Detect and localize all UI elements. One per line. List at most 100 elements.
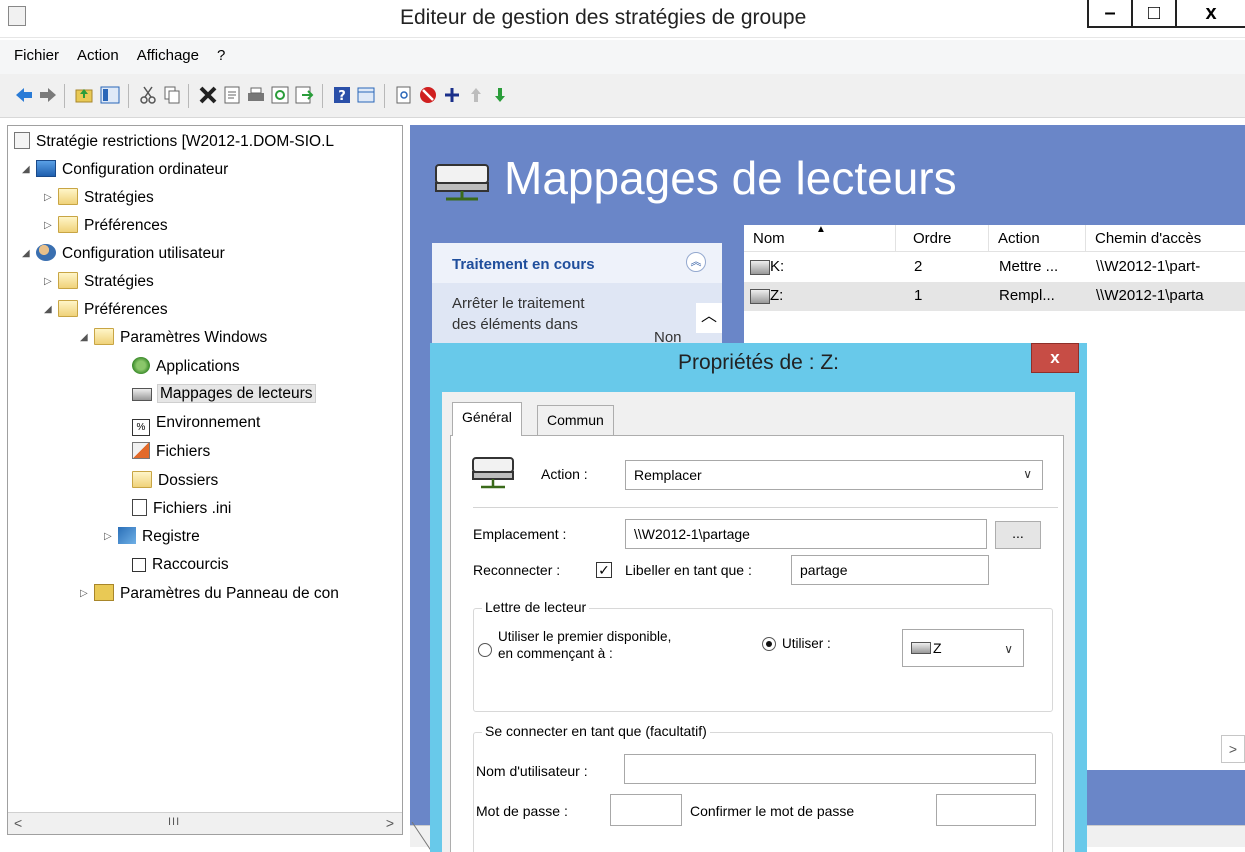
environment-icon: % xyxy=(132,419,150,436)
table-row[interactable]: K: 2 Mettre ... \\W2012-1\part- xyxy=(744,253,1245,282)
app-icon xyxy=(8,6,26,26)
menu-action[interactable]: Action xyxy=(68,40,128,64)
tree-preferences-2[interactable]: ◢ Préférences xyxy=(44,300,168,326)
users-icon xyxy=(36,244,56,261)
password-input[interactable] xyxy=(610,794,682,826)
move-down-icon[interactable] xyxy=(490,85,510,105)
use-label: Utiliser : xyxy=(782,636,831,651)
svg-text:?: ? xyxy=(338,89,346,104)
tree-drive-maps[interactable]: Mappages de lecteurs xyxy=(118,384,316,411)
tab-general[interactable]: Général xyxy=(452,402,522,436)
dialog-close-button[interactable]: x xyxy=(1031,343,1079,373)
tab-common[interactable]: Commun xyxy=(537,405,614,435)
tree-root[interactable]: Stratégie restrictions [W2012-1.DOM-SIO.… xyxy=(14,132,334,158)
action-label: Action : xyxy=(541,466,588,482)
close-button[interactable]: x xyxy=(1175,0,1245,28)
confirm-password-input[interactable] xyxy=(936,794,1036,826)
folder-icon xyxy=(58,300,78,317)
column-header-name[interactable]: Nom ▲ xyxy=(744,225,896,252)
tree-files[interactable]: Fichiers xyxy=(118,442,210,468)
collapse-chevron-icon[interactable]: ︽ xyxy=(686,252,706,272)
maximize-button[interactable]: □ xyxy=(1131,0,1177,28)
title-bar: Editeur de gestion des stratégies de gro… xyxy=(0,0,1245,38)
tree-windows-params[interactable]: ◢ Paramètres Windows xyxy=(80,328,267,354)
processing-line-1: Arrêter le traitement xyxy=(452,295,585,312)
up-folder-icon[interactable] xyxy=(74,85,94,105)
scroll-right-icon[interactable]: > xyxy=(386,815,394,831)
expand-icon: ▷ xyxy=(44,276,52,288)
collapse-icon: ◢ xyxy=(80,332,88,344)
copy-icon[interactable] xyxy=(162,85,182,105)
add-icon[interactable] xyxy=(442,85,462,105)
view-icon[interactable] xyxy=(356,85,376,105)
tree-user-config[interactable]: ◢ Configuration utilisateur xyxy=(22,244,225,270)
tree-folders[interactable]: Dossiers xyxy=(118,471,218,497)
tree-computer-config[interactable]: ◢ Configuration ordinateur xyxy=(22,160,228,186)
drive-letter-select[interactable]: Z ∨ xyxy=(902,629,1024,667)
registry-icon xyxy=(118,527,136,544)
tree-strategies-2[interactable]: ▷ Stratégies xyxy=(44,272,154,298)
drive-icon xyxy=(911,642,931,654)
scroll-up-icon[interactable]: ︿ xyxy=(696,303,722,333)
tree-strategies-1[interactable]: ▷ Stratégies xyxy=(44,188,154,214)
stop-icon[interactable] xyxy=(418,85,438,105)
reconnect-checkbox[interactable]: ✓ xyxy=(596,562,612,578)
column-header-path[interactable]: Chemin d'accès xyxy=(1086,225,1245,252)
folders-icon xyxy=(132,471,152,488)
location-label: Emplacement : xyxy=(473,526,567,542)
tree-preferences-1[interactable]: ▷ Préférences xyxy=(44,216,168,242)
drive-map-icon xyxy=(750,289,770,304)
action-select[interactable]: Remplacer ∨ xyxy=(625,460,1043,490)
preview-icon[interactable] xyxy=(394,85,414,105)
menu-help[interactable]: ? xyxy=(208,40,234,64)
refresh-icon[interactable] xyxy=(270,85,290,105)
collapse-icon: ◢ xyxy=(22,164,30,176)
cut-icon[interactable] xyxy=(138,85,158,105)
use-first-available-radio[interactable] xyxy=(478,643,492,657)
policy-icon xyxy=(14,132,30,149)
minimize-button[interactable]: – xyxy=(1087,0,1133,28)
help-icon[interactable]: ? xyxy=(332,85,352,105)
move-up-icon[interactable] xyxy=(466,85,486,105)
chevron-down-icon: ∨ xyxy=(1004,642,1013,656)
export-icon[interactable] xyxy=(294,85,314,105)
delete-icon[interactable] xyxy=(198,85,218,105)
connect-as-group: Se connecter en tant que (facultatif) No… xyxy=(473,723,1053,852)
password-label: Mot de passe : xyxy=(476,803,568,819)
tree-registry[interactable]: ▷ Registre xyxy=(104,527,200,553)
username-input[interactable] xyxy=(624,754,1036,784)
tree-shortcuts[interactable]: Raccourcis xyxy=(118,556,229,582)
tree-control-panel[interactable]: ▷ Paramètres du Panneau de con xyxy=(80,584,339,610)
column-header-order[interactable]: Ordre xyxy=(904,225,989,252)
location-input[interactable]: \\W2012-1\partage xyxy=(625,519,987,549)
folder-icon xyxy=(58,272,78,289)
menu-affichage[interactable]: Affichage xyxy=(128,40,208,64)
show-tree-icon[interactable] xyxy=(100,85,120,105)
folder-icon xyxy=(94,328,114,345)
print-icon[interactable] xyxy=(246,85,266,105)
tree-ini-files[interactable]: Fichiers .ini xyxy=(118,499,231,525)
computer-icon xyxy=(36,160,56,177)
forward-arrow-icon[interactable] xyxy=(38,85,58,105)
column-header-action[interactable]: Action xyxy=(989,225,1086,252)
tree-environment[interactable]: % Environnement xyxy=(118,414,260,440)
table-row[interactable]: Z: 1 Rempl... \\W2012-1\parta xyxy=(744,282,1245,311)
label-as-input[interactable]: partage xyxy=(791,555,989,585)
collapse-icon: ◢ xyxy=(22,248,30,260)
scroll-thumb[interactable]: III xyxy=(168,816,180,828)
properties-icon[interactable] xyxy=(222,85,242,105)
scroll-left-icon[interactable]: < xyxy=(14,815,22,831)
confirm-password-label: Confirmer le mot de passe xyxy=(690,803,855,819)
back-arrow-icon[interactable] xyxy=(14,85,34,105)
menu-fichier[interactable]: Fichier xyxy=(0,40,68,64)
use-specific-radio[interactable] xyxy=(762,637,776,651)
tree-horizontal-scrollbar[interactable]: < III > xyxy=(8,812,402,834)
menu-bar: Fichier Action Affichage? xyxy=(0,40,1245,74)
scroll-right-icon[interactable]: > xyxy=(1221,735,1245,763)
tree-applications[interactable]: Applications xyxy=(118,357,240,383)
expand-icon: ▷ xyxy=(44,192,52,204)
drive-map-icon xyxy=(472,457,514,489)
expand-icon: ▷ xyxy=(80,588,88,600)
browse-button[interactable]: ... xyxy=(995,521,1041,549)
applications-icon xyxy=(132,357,150,374)
